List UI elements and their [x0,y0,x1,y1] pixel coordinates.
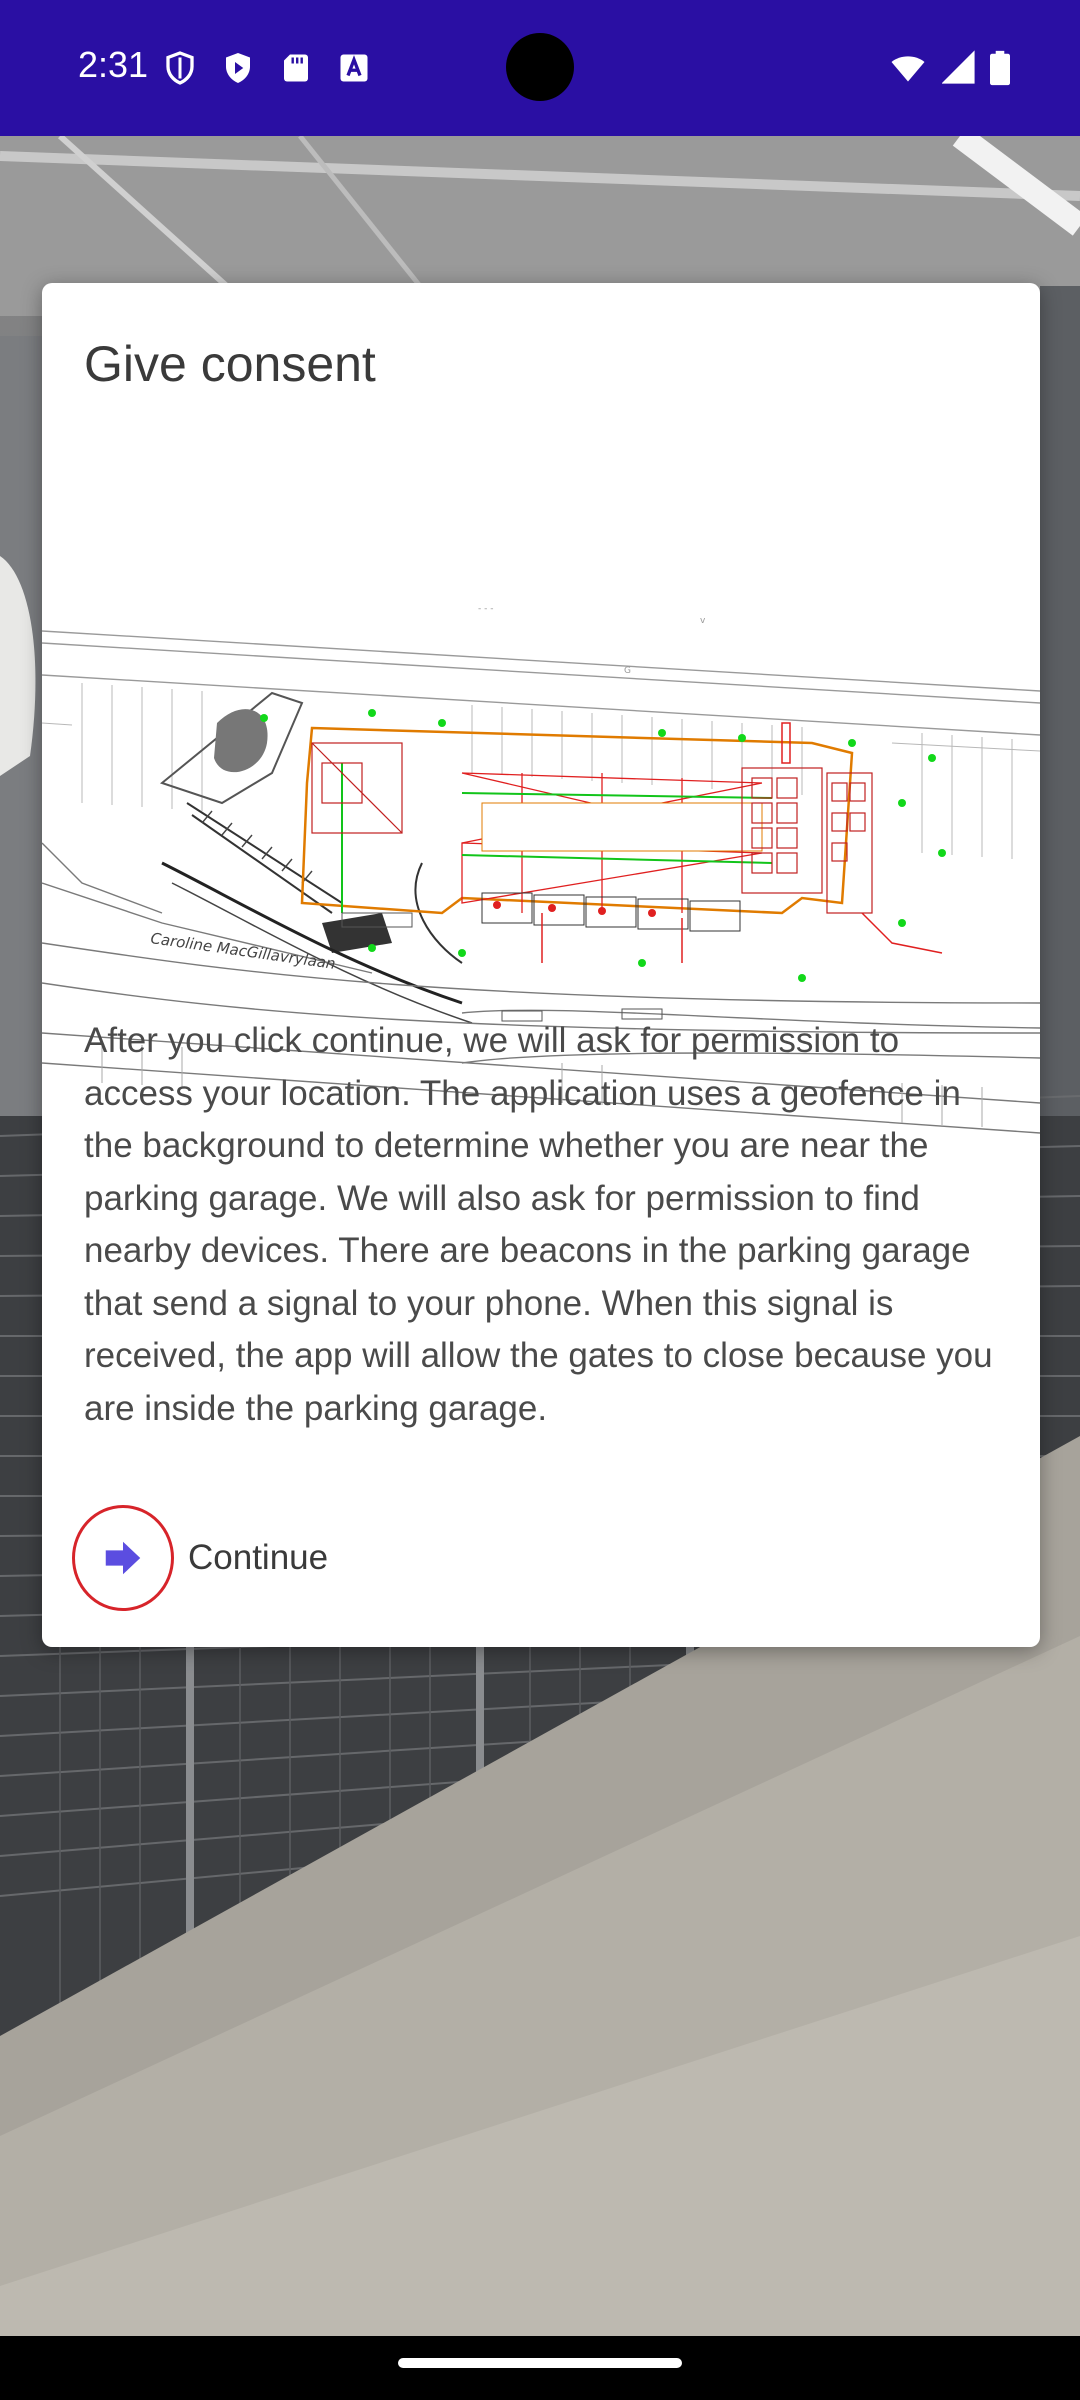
status-system-icons [888,50,1010,86]
home-gesture-handle[interactable] [398,2358,682,2368]
consent-dialog: Give consent - - - v G Caroline MacGilla… [42,283,1040,1647]
camera-cutout [506,33,574,101]
continue-icon-highlight[interactable] [72,1505,174,1611]
svg-text:G: G [624,666,631,676]
dialog-title: Give consent [84,336,376,392]
consent-body-text: After you click continue, we will ask fo… [84,1021,993,1428]
arrow-right-icon [105,1541,141,1575]
navigation-bar [0,2336,1080,2400]
shield-outline-icon [166,51,194,85]
font-a-icon [340,54,368,82]
battery-icon [990,50,1010,86]
wifi-icon [891,56,925,82]
continue-button[interactable]: Continue [72,1505,328,1611]
continue-label[interactable]: Continue [188,1538,328,1578]
status-notification-icons [162,50,372,86]
cellular-signal-icon [942,50,975,84]
status-time: 2:31 [78,44,149,85]
sd-card-icon [284,54,308,82]
play-shield-icon [226,53,250,83]
svg-text:v: v [700,616,706,626]
svg-text:- - -: - - - [478,604,493,614]
status-bar: 2:31 [0,0,1080,136]
